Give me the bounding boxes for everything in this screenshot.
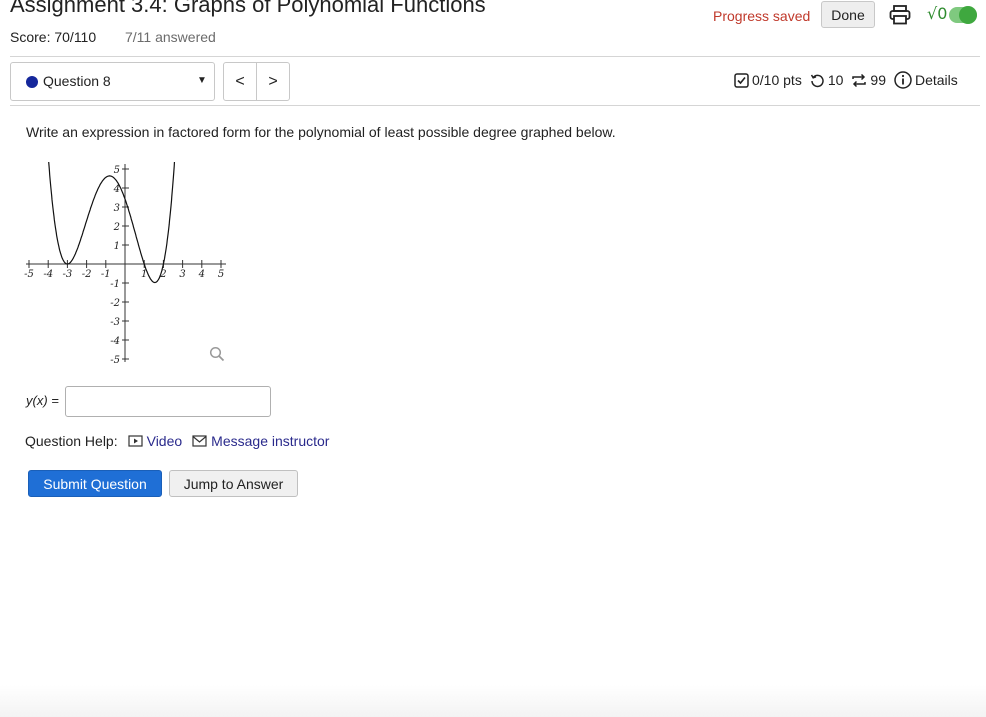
question-meta: 0/10 pts 10 99 Details — [734, 71, 958, 89]
next-question-button[interactable]: > — [256, 62, 290, 101]
y-tick-label: -3 — [110, 317, 120, 328]
checkbox-icon — [734, 72, 749, 88]
progress-status: Progress saved — [713, 8, 811, 24]
math-toggle[interactable] — [949, 6, 977, 24]
x-tick-label: 3 — [179, 269, 185, 280]
x-tick-label: -3 — [63, 269, 73, 280]
details-button[interactable]: Details — [894, 71, 958, 89]
y-tick-label: -4 — [110, 336, 120, 347]
page-bottom-shade — [0, 685, 986, 717]
y-tick-label: 1 — [114, 241, 120, 252]
message-instructor-link[interactable]: Message instructor — [192, 433, 329, 449]
y-tick-label: 2 — [113, 222, 120, 233]
zoom-magnifier-icon[interactable] — [209, 346, 225, 362]
answer-label: y(x) = — [26, 393, 59, 408]
video-label: Video — [146, 433, 183, 449]
prev-question-button[interactable]: < — [223, 62, 257, 101]
answer-input[interactable] — [65, 386, 271, 417]
question-select[interactable]: Question 8 ▼ — [10, 62, 215, 101]
attempts-count: 99 — [870, 72, 886, 88]
x-tick-label: 4 — [198, 269, 205, 280]
submit-question-button[interactable]: Submit Question — [28, 470, 162, 497]
x-tick-label: 5 — [218, 269, 224, 280]
x-tick-label: -2 — [82, 269, 92, 280]
question-help: Question Help: Video Message instructor — [25, 433, 329, 449]
video-icon — [128, 435, 143, 447]
retries-count: 10 — [827, 72, 844, 88]
y-tick-label: -5 — [110, 355, 120, 366]
score-text: Score: 70/110 — [10, 29, 97, 45]
mail-icon — [192, 435, 207, 447]
status-dot-icon — [26, 76, 38, 88]
attempts-icon — [852, 73, 867, 87]
question-prompt: Write an expression in factored form for… — [26, 124, 616, 140]
x-tick-label: -5 — [24, 269, 34, 280]
y-tick-label: 5 — [114, 165, 120, 176]
x-tick-label: -1 — [101, 269, 111, 280]
points-text: 0/10 pts — [752, 72, 802, 88]
page-title: Assignment 3.4: Graphs of Polynomial Fun… — [10, 0, 486, 17]
question-select-label: Question 8 — [43, 73, 111, 89]
video-link[interactable]: Video — [128, 433, 183, 449]
y-tick-label: 3 — [114, 203, 120, 214]
divider — [10, 105, 980, 106]
done-button[interactable]: Done — [821, 1, 875, 28]
message-instructor-label: Message instructor — [211, 433, 330, 449]
details-label: Details — [914, 72, 958, 88]
y-tick-label: -1 — [110, 279, 120, 290]
info-icon — [894, 71, 912, 89]
x-tick-label: -4 — [43, 269, 53, 280]
y-tick-label: -2 — [110, 298, 120, 309]
retry-icon — [810, 74, 824, 87]
answered-count: 7/11 answered — [125, 29, 216, 45]
divider — [10, 56, 980, 57]
help-label: Question Help: — [25, 433, 118, 449]
sqrt-icon[interactable]: √0 — [927, 4, 947, 23]
jump-to-answer-button[interactable]: Jump to Answer — [169, 470, 298, 497]
polynomial-graph: -5 -4 -3 -2 -1 1 2 3 4 5 5 4 3 2 1 -1 -2 -3 -4 -5 — [24, 160, 234, 372]
print-icon[interactable] — [889, 5, 911, 25]
caret-down-icon: ▼ — [197, 75, 207, 86]
